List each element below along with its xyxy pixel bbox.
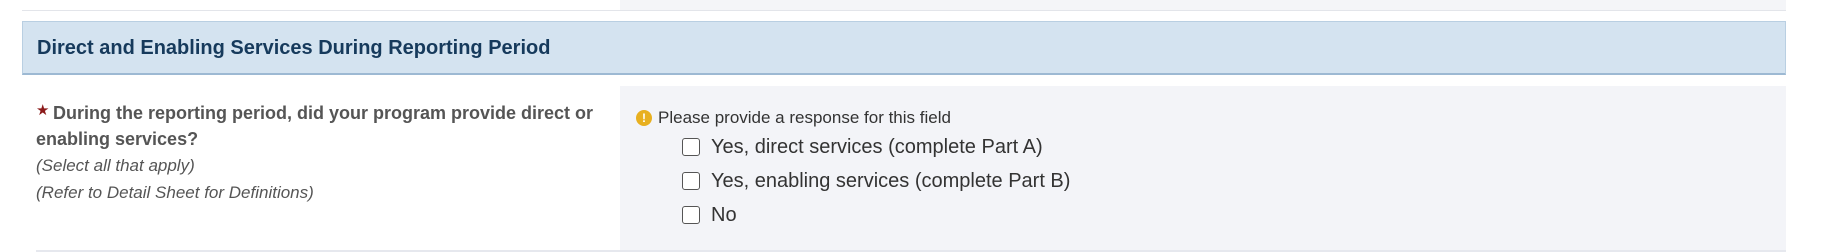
previous-answer-pane-edge: [620, 0, 1786, 10]
option-direct-services[interactable]: Yes, direct services (complete Part A): [682, 130, 1070, 164]
required-star-icon: ★: [36, 102, 50, 119]
section-header: Direct and Enabling Services During Repo…: [22, 21, 1786, 75]
checkbox-group: Yes, direct services (complete Part A) Y…: [682, 130, 1070, 232]
section-title: Direct and Enabling Services During Repo…: [37, 37, 551, 59]
question-label: ★ During the reporting period, did your …: [36, 100, 616, 206]
direct-services-label[interactable]: Yes, direct services (complete Part A): [711, 136, 1043, 159]
validation-message: ! Please provide a response for this fie…: [636, 108, 951, 128]
answer-pane: ! Please provide a response for this fie…: [620, 86, 1786, 250]
question-text-line2: enabling services?: [36, 129, 199, 149]
question-text-line1: During the reporting period, did your pr…: [53, 103, 594, 123]
validation-text: Please provide a response for this field: [658, 108, 951, 127]
option-enabling-services[interactable]: Yes, enabling services (complete Part B): [682, 164, 1070, 198]
option-no[interactable]: No: [682, 198, 1070, 232]
direct-services-checkbox[interactable]: [682, 138, 700, 156]
question-row: ★ During the reporting period, did your …: [22, 86, 1786, 252]
question-hint-select-all: (Select all that apply): [36, 156, 195, 175]
enabling-services-label[interactable]: Yes, enabling services (complete Part B): [711, 170, 1070, 193]
previous-row-edge: [22, 0, 1786, 11]
exclamation-circle-icon: !: [636, 110, 652, 126]
enabling-services-checkbox[interactable]: [682, 172, 700, 190]
no-checkbox[interactable]: [682, 206, 700, 224]
no-label[interactable]: No: [711, 204, 737, 227]
question-hint-detail-sheet: (Refer to Detail Sheet for Definitions): [36, 183, 314, 202]
